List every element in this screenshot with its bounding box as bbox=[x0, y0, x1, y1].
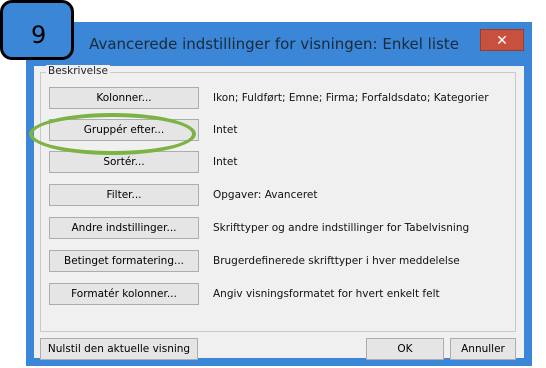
step-badge: 9 bbox=[0, 0, 74, 60]
filter-description: Opgaver: Avanceret bbox=[213, 189, 318, 201]
columns-description: Ikon; Fuldført; Emne; Firma; Forfaldsdat… bbox=[213, 92, 489, 104]
format-columns-button[interactable]: Formatér kolonner... bbox=[49, 283, 199, 305]
highlight-ring bbox=[29, 113, 196, 155]
conditional-formatting-description: Brugerdefinerede skrifttyper i hver medd… bbox=[213, 255, 460, 267]
cancel-button[interactable]: Annuller bbox=[450, 338, 516, 360]
reset-view-button[interactable]: Nulstil den aktuelle visning bbox=[40, 338, 198, 360]
conditional-formatting-button[interactable]: Betinget formatering... bbox=[49, 250, 199, 272]
format-columns-description: Angiv visningsformatet for hvert enkelt … bbox=[213, 288, 440, 300]
dialog-title: Avancerede indstillinger for visningen: … bbox=[89, 35, 459, 53]
ok-button[interactable]: OK bbox=[366, 338, 444, 360]
other-settings-description: Skrifttyper og andre indstillinger for T… bbox=[213, 222, 470, 234]
close-icon: ✕ bbox=[496, 33, 508, 49]
filter-button[interactable]: Filter... bbox=[49, 184, 199, 206]
dialog-window: Avancerede indstillinger for visningen: … bbox=[26, 22, 532, 366]
description-group: Beskrivelse Kolonner... Ikon; Fuldført; … bbox=[40, 65, 516, 332]
sort-description: Intet bbox=[213, 156, 238, 168]
columns-button[interactable]: Kolonner... bbox=[49, 87, 199, 109]
group-label: Beskrivelse bbox=[46, 65, 110, 77]
dialog-client-area: Beskrivelse Kolonner... Ikon; Fuldført; … bbox=[34, 65, 524, 360]
group-by-description: Intet bbox=[213, 124, 238, 136]
step-number: 9 bbox=[31, 21, 47, 49]
title-bar[interactable]: Avancerede indstillinger for visningen: … bbox=[26, 22, 532, 66]
close-button[interactable]: ✕ bbox=[480, 29, 524, 51]
other-settings-button[interactable]: Andre indstillinger... bbox=[49, 217, 199, 239]
